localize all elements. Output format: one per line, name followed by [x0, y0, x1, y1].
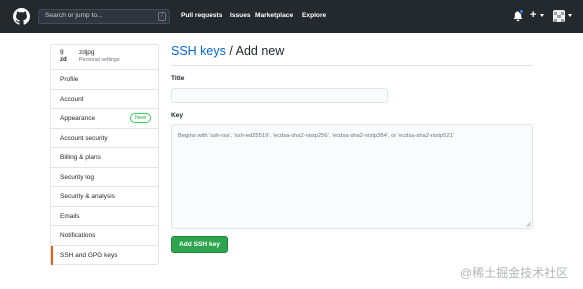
- sidebar-item-profile[interactable]: Profile: [51, 70, 158, 90]
- github-logo-icon[interactable]: [13, 8, 30, 25]
- nav-marketplace[interactable]: Marketplace: [255, 12, 293, 19]
- sidebar-item-label: Appearance: [60, 115, 96, 122]
- sidebar-item-account-security[interactable]: Account security: [51, 129, 158, 148]
- avatar-text: zd: [60, 57, 67, 63]
- page-title: SSH keys / Add new: [171, 44, 284, 58]
- sidebar-item-label: Profile: [60, 76, 79, 83]
- avatar-text: g: [60, 49, 64, 55]
- sidebar-item-ssh-gpg-keys[interactable]: SSH and GPG keys: [51, 245, 158, 265]
- sidebar-item-label: Account security: [60, 134, 108, 142]
- sidebar-item-notifications[interactable]: Notifications: [51, 226, 158, 246]
- watermark: @稀土掘金技术社区: [460, 266, 569, 280]
- breadcrumb-ssh-keys-link[interactable]: SSH keys: [171, 44, 226, 58]
- header-avatar[interactable]: [553, 10, 565, 22]
- page-title-rest: / Add new: [225, 44, 285, 58]
- search-placeholder: Search or jump to...: [45, 12, 103, 19]
- chevron-down-icon[interactable]: [540, 14, 544, 17]
- sidebar-item-label: SSH and GPG keys: [60, 251, 118, 259]
- chevron-down-icon[interactable]: [568, 14, 572, 17]
- identicon-icon: [553, 11, 565, 22]
- sidebar-item-label: Billing & plans: [60, 154, 101, 161]
- sidebar-item-billing[interactable]: Billing & plans: [51, 148, 158, 168]
- sidebar-item-label: Security log: [60, 173, 94, 181]
- global-header: Search or jump to... / Pull requests Iss…: [0, 0, 583, 33]
- new-badge: New: [129, 113, 151, 123]
- sidebar-item-security-log[interactable]: Security log: [51, 168, 158, 187]
- sidebar-item-label: Notifications: [60, 232, 96, 239]
- sidebar-item-security-analysis[interactable]: Security & analysis: [51, 187, 158, 207]
- notification-indicator: [519, 9, 524, 14]
- sidebar-item-appearance[interactable]: Appearance New: [51, 109, 158, 129]
- create-new-icon[interactable]: +: [530, 9, 536, 21]
- sidebar-item-account[interactable]: Account: [51, 90, 158, 109]
- sidebar-item-label: Security & analysis: [60, 193, 115, 200]
- key-textarea[interactable]: Begins with 'ssh-rsa', 'ssh-ed25519', 'e…: [171, 124, 533, 229]
- settings-sidebar: g zd zdjpg Personal settings Profile Acc…: [50, 44, 159, 265]
- resize-handle-icon[interactable]: [526, 222, 531, 227]
- username[interactable]: zdjpg: [79, 49, 95, 56]
- sidebar-user-header[interactable]: g zd zdjpg Personal settings: [51, 45, 158, 70]
- sidebar-item-label: Account: [60, 95, 84, 103]
- title-divider: [171, 65, 533, 66]
- nav-pull-requests[interactable]: Pull requests: [181, 12, 222, 19]
- title-input[interactable]: [171, 88, 388, 103]
- sidebar-item-emails[interactable]: Emails: [51, 207, 158, 226]
- user-subtitle: Personal settings: [79, 57, 120, 63]
- slash-shortcut-key: /: [158, 12, 166, 21]
- avatar: g zd: [58, 49, 75, 66]
- nav-explore[interactable]: Explore: [302, 12, 326, 19]
- add-ssh-key-button[interactable]: Add SSH key: [171, 236, 228, 253]
- key-label: Key: [171, 112, 184, 119]
- key-placeholder: Begins with 'ssh-rsa', 'ssh-ed25519', 'e…: [178, 133, 454, 139]
- search-input[interactable]: Search or jump to... /: [38, 9, 170, 24]
- nav-issues[interactable]: Issues: [230, 12, 251, 19]
- sidebar-item-label: Emails: [60, 212, 80, 220]
- title-label: Title: [171, 75, 185, 82]
